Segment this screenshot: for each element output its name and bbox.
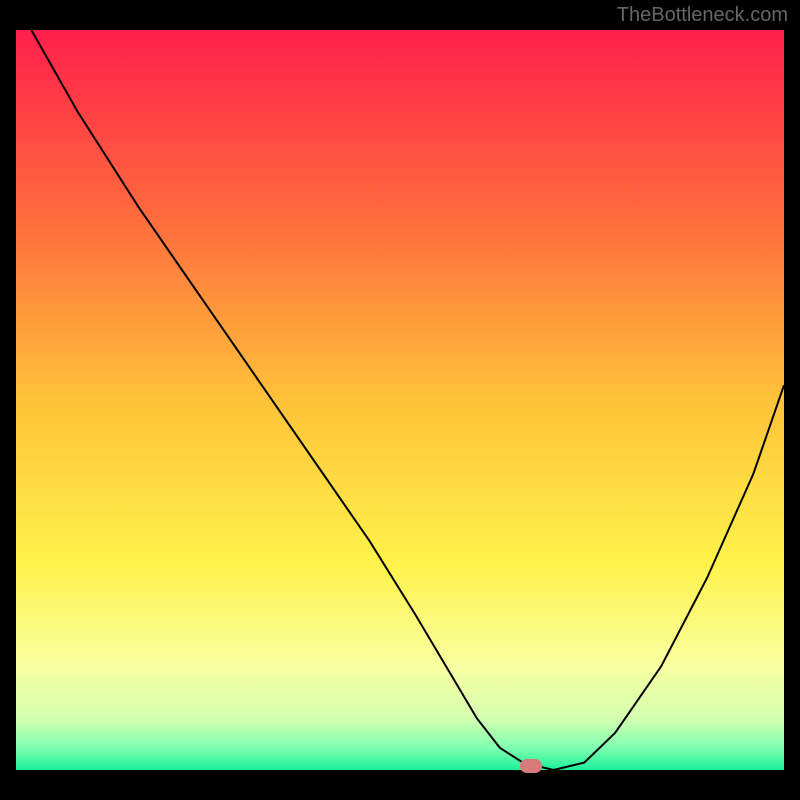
bottleneck-curve	[16, 30, 784, 770]
watermark-text: TheBottleneck.com	[617, 4, 788, 27]
plot-area	[16, 30, 784, 770]
optimal-marker	[520, 759, 542, 773]
